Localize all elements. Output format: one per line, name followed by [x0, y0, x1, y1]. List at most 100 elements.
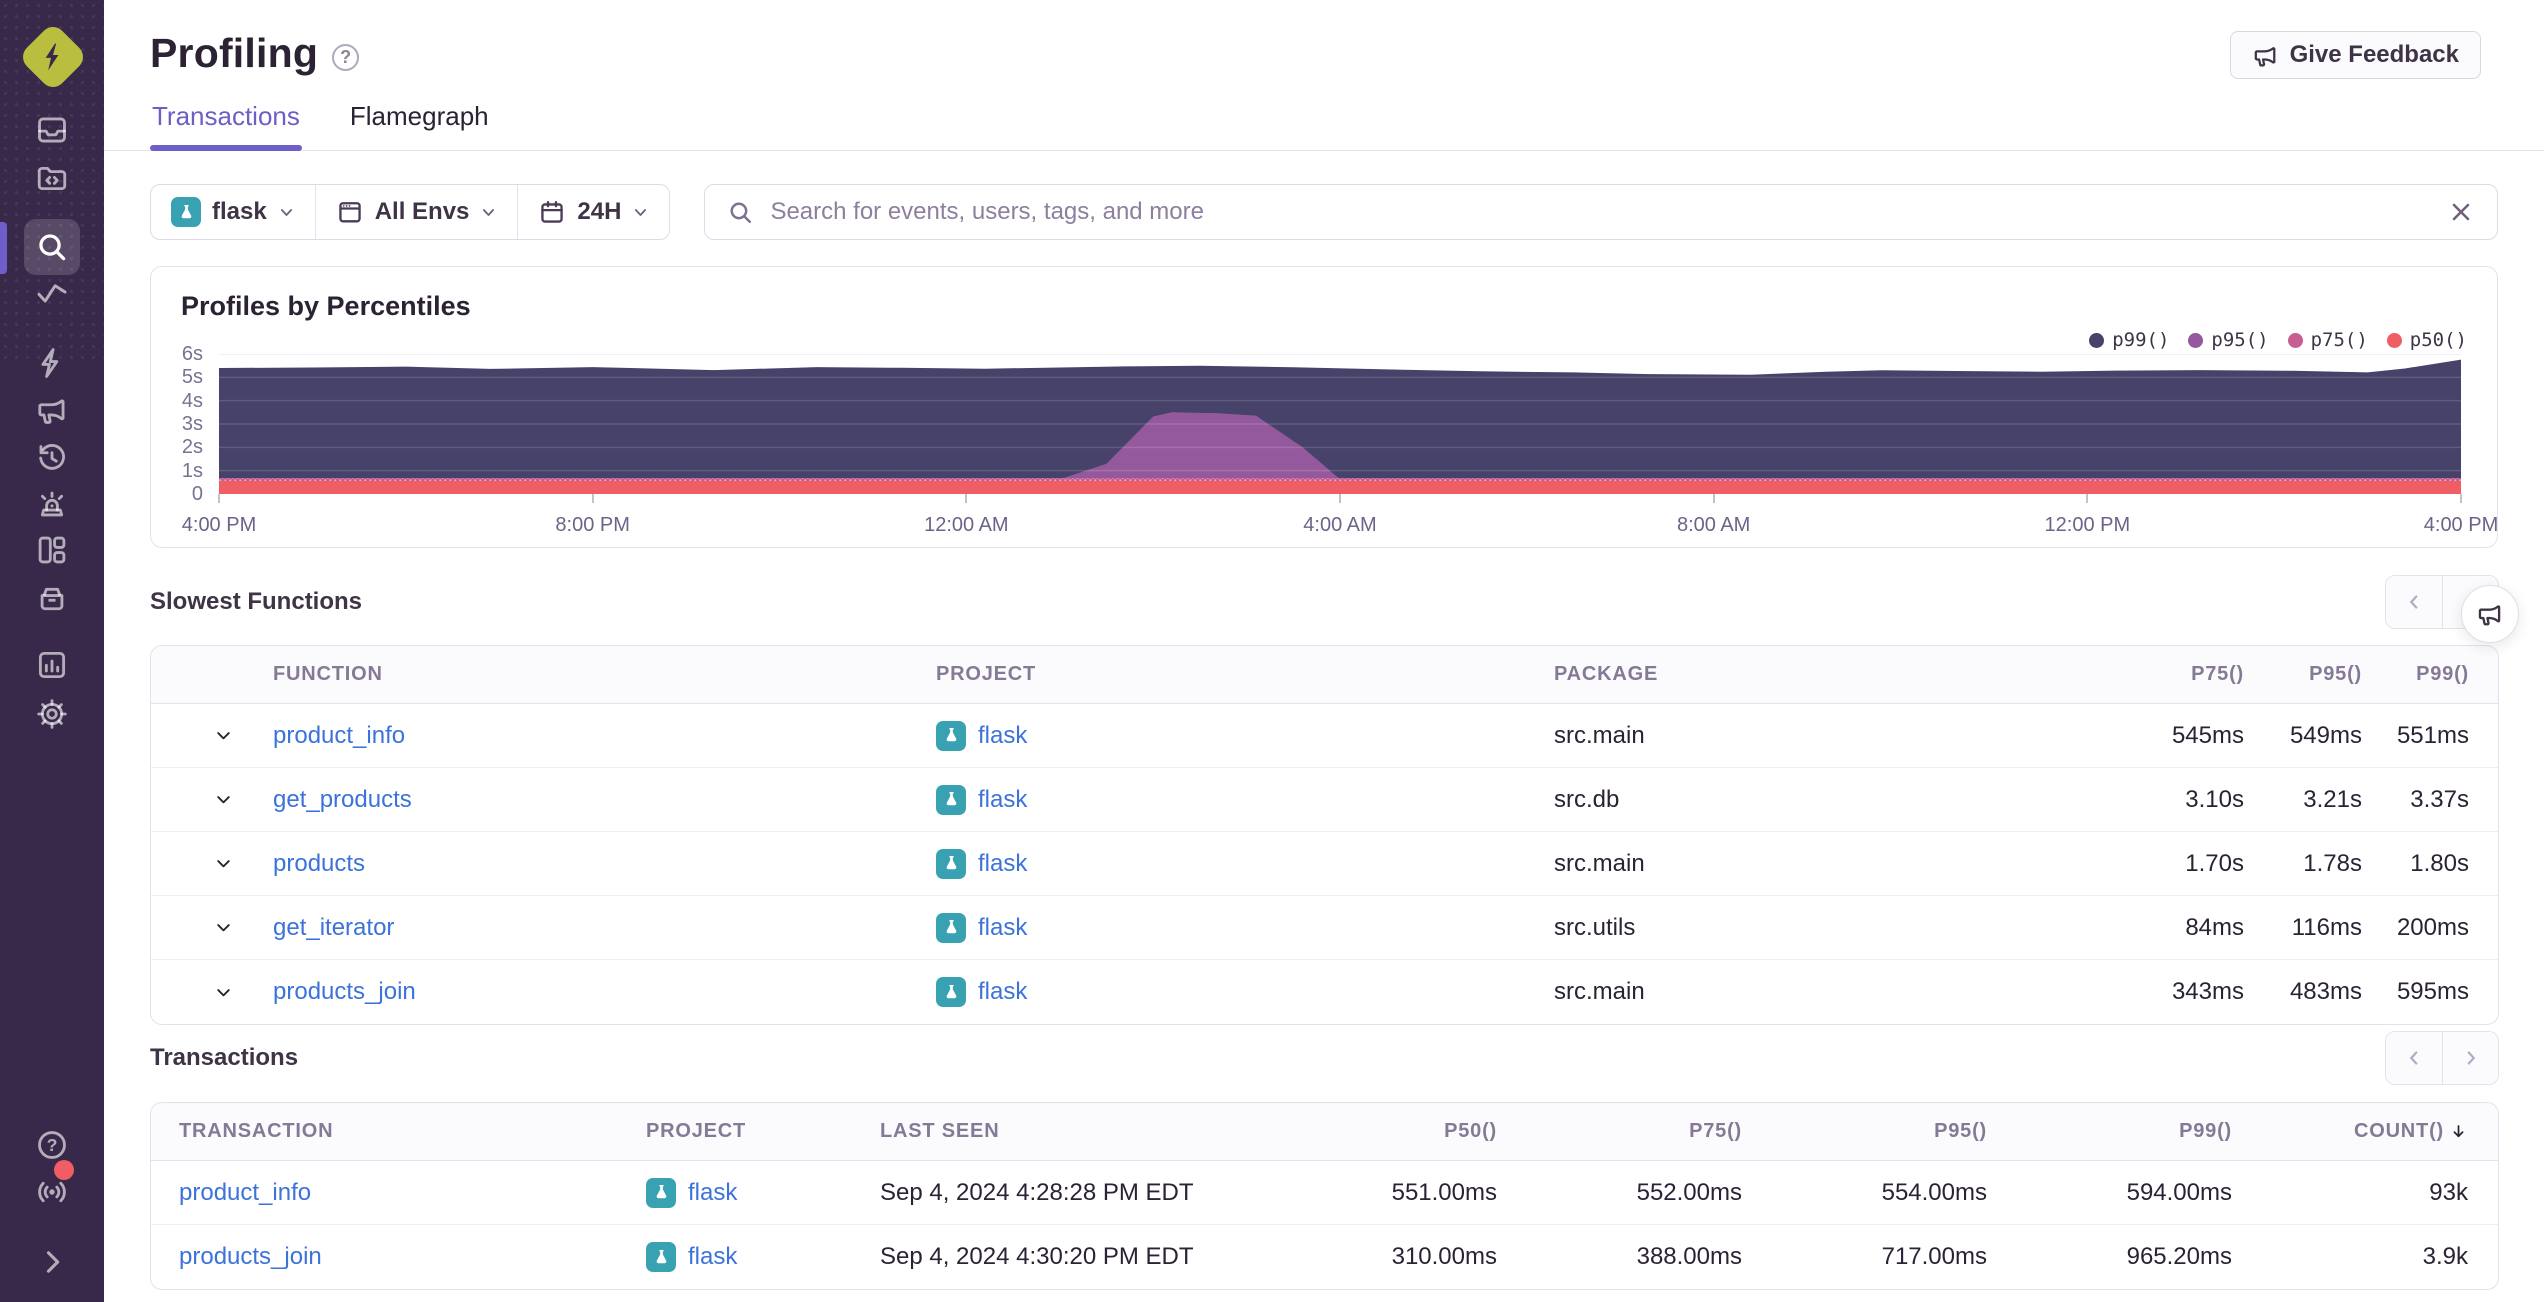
project-cell[interactable]: flask	[646, 1177, 880, 1208]
date-range-filter[interactable]: 24H	[517, 185, 669, 239]
history-clock-icon	[39, 444, 65, 470]
sidebar: ?	[0, 0, 104, 1302]
project-link[interactable]: flask	[688, 1243, 737, 1271]
project-cell[interactable]: flask	[936, 784, 1554, 815]
sidebar-collapse-toggle[interactable]	[24, 1234, 80, 1290]
project-link[interactable]: flask	[688, 1179, 737, 1207]
p99-value: 1.80s	[2410, 849, 2469, 877]
p75-value: 545ms	[2171, 721, 2244, 749]
count-value: 93k	[2429, 1178, 2468, 1206]
col-p95[interactable]: P95()	[2244, 663, 2362, 686]
package-cell: src.main	[1554, 978, 1645, 1005]
sidebar-item-whats-new[interactable]	[24, 1160, 80, 1220]
svg-text:?: ?	[47, 1135, 58, 1155]
col-transaction: TRANSACTION	[179, 1120, 334, 1142]
col-p99[interactable]: P99()	[2362, 663, 2469, 686]
flask-project-icon	[646, 1177, 676, 1208]
x-tick-mark	[1712, 494, 1715, 503]
percentiles-chart	[219, 354, 2461, 494]
project-link[interactable]: flask	[978, 914, 1027, 942]
expand-row-button[interactable]	[151, 916, 273, 939]
col-p75[interactable]: P75()	[1497, 1120, 1742, 1143]
next-page-button[interactable]	[2442, 1032, 2498, 1084]
legend-item[interactable]: p99()	[2089, 329, 2169, 351]
package-cell: src.main	[1554, 721, 1645, 749]
project-cell[interactable]: flask	[936, 848, 1554, 879]
col-count-sorted[interactable]: COUNT()	[2232, 1120, 2468, 1143]
flask-project-icon	[936, 912, 966, 943]
broadcast-icon	[38, 1181, 66, 1203]
chevron-down-icon	[217, 860, 230, 868]
search-bar	[704, 184, 2498, 240]
flask-project-icon	[936, 720, 966, 751]
main-content: Profiling ? Give Feedback Transactions F…	[104, 0, 2544, 1302]
sidebar-item-stats[interactable]	[24, 637, 80, 693]
x-tick-label: 4:00 PM	[2423, 514, 2499, 536]
project-filter[interactable]: flask	[151, 185, 315, 239]
tab-flamegraph[interactable]: Flamegraph	[348, 101, 491, 150]
p75-value: 3.10s	[2185, 785, 2244, 813]
col-p95[interactable]: P95()	[1742, 1120, 1987, 1143]
x-tick-mark	[1339, 494, 1341, 503]
transaction-link[interactable]: product_info	[179, 1179, 646, 1207]
project-link[interactable]: flask	[978, 978, 1027, 1006]
stats-bars-icon	[38, 651, 66, 679]
project-link[interactable]: flask	[978, 786, 1027, 814]
project-cell[interactable]: flask	[936, 720, 1554, 751]
transaction-link[interactable]: products_join	[179, 1243, 646, 1271]
sidebar-item-releases[interactable]	[24, 569, 80, 625]
x-tick-label: 4:00 PM	[181, 514, 257, 536]
sidebar-item-settings[interactable]	[24, 686, 80, 742]
x-tick-label: 4:00 AM	[1303, 514, 1377, 536]
project-cell[interactable]: flask	[646, 1242, 880, 1272]
expand-row-button[interactable]	[151, 981, 273, 1004]
chevron-down-icon	[217, 732, 230, 740]
legend-item[interactable]: p95()	[2188, 329, 2269, 351]
function-link[interactable]: products_join	[273, 978, 936, 1006]
col-project: PROJECT	[646, 1120, 747, 1142]
expand-row-button[interactable]	[151, 788, 273, 811]
chevron-down-icon	[217, 924, 230, 932]
sentry-logo[interactable]	[17, 21, 89, 93]
legend-dot	[2188, 332, 2204, 348]
col-p99[interactable]: P99()	[1987, 1120, 2232, 1143]
p75-value: 84ms	[2185, 913, 2244, 941]
function-link[interactable]: product_info	[273, 722, 936, 750]
col-p75[interactable]: P75()	[2114, 663, 2244, 686]
x-tick-label: 8:00 PM	[555, 514, 630, 536]
p75-value: 1.70s	[2185, 849, 2244, 877]
expand-row-button[interactable]	[151, 852, 273, 875]
function-link[interactable]: get_iterator	[273, 914, 936, 942]
expand-row-button[interactable]	[151, 724, 273, 747]
project-link[interactable]: flask	[978, 850, 1027, 878]
search-input[interactable]	[770, 198, 2431, 226]
project-cell[interactable]: flask	[936, 912, 1554, 943]
chart-legend: p99() p95() p75() p50()	[2089, 329, 2467, 351]
prev-page-button[interactable]	[2386, 576, 2442, 628]
folder-code-icon	[37, 166, 67, 191]
legend-item[interactable]: p75()	[2287, 329, 2368, 351]
clear-search-icon[interactable]	[2447, 198, 2475, 226]
p75-value: 552.00ms	[1636, 1178, 1742, 1206]
page-help-icon[interactable]: ?	[332, 44, 360, 71]
prev-page-button[interactable]	[2386, 1032, 2442, 1084]
project-link[interactable]: flask	[978, 722, 1027, 750]
x-tick-mark	[965, 494, 968, 503]
p99-value: 965.20ms	[2126, 1243, 2232, 1270]
flask-project-icon	[171, 197, 201, 227]
function-link[interactable]: products	[273, 850, 936, 878]
x-tick-label: 12:00 AM	[924, 514, 1009, 536]
active-nav-indicator	[0, 222, 7, 274]
col-p50[interactable]: P50()	[1252, 1120, 1497, 1143]
sidebar-item-metrics[interactable]	[24, 266, 80, 322]
floating-feedback-button[interactable]	[2461, 585, 2519, 643]
tab-transactions[interactable]: Transactions	[150, 101, 302, 151]
function-link[interactable]: get_products	[273, 786, 936, 814]
table-header: TRANSACTION PROJECT LAST SEEN P50() P75(…	[151, 1103, 2498, 1161]
sidebar-item-projects[interactable]	[24, 150, 80, 206]
legend-item[interactable]: p50()	[2386, 329, 2467, 351]
environment-filter[interactable]: All Envs	[314, 185, 518, 239]
give-feedback-button[interactable]: Give Feedback	[2229, 31, 2481, 79]
project-cell[interactable]: flask	[936, 977, 1554, 1007]
settings-gear-icon	[37, 699, 67, 729]
